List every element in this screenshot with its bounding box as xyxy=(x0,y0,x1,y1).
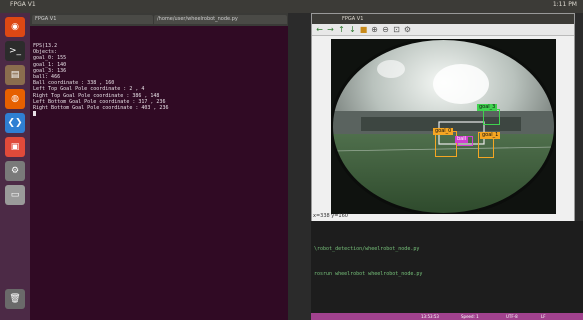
camera-feed: goal_3 goal_0 ball goal_1 xyxy=(331,39,556,214)
detection-label-ball: ball xyxy=(455,136,469,143)
launcher-files-icon[interactable]: ▤ xyxy=(5,65,25,85)
system-top-bar: FPGA V1 1:11 PM xyxy=(0,0,583,13)
viewer-status: x=338 y=160 xyxy=(313,213,348,219)
lower-terminal-panel[interactable]: \robot_detection/wheelrobot_node.py rosr… xyxy=(311,221,583,313)
zoom-fit-icon[interactable]: ⊡ xyxy=(392,25,401,34)
status-speed: Speed: 1 xyxy=(461,314,479,319)
terminal-tab-bar: FPGA V1 /home/user/wheelrobot_node.py xyxy=(30,13,288,26)
save-icon[interactable]: ■ xyxy=(359,25,368,34)
back-arrow-icon[interactable]: ← xyxy=(315,25,324,34)
active-window-title: FPGA V1 xyxy=(10,1,36,8)
launcher-ubuntu-logo-icon[interactable]: ◉ xyxy=(5,17,25,37)
detection-box-goal-3 xyxy=(483,109,500,125)
lower-terminal-line-2: rosrun wheelrobot wheelrobot_node.py xyxy=(314,271,423,277)
launcher-document-viewer-icon[interactable]: ▣ xyxy=(5,137,25,157)
launcher-firefox-icon[interactable]: ◍ xyxy=(5,89,25,109)
up-arrow-icon[interactable]: ↑ xyxy=(337,25,346,34)
status-line-ending[interactable]: LF xyxy=(541,313,546,320)
zoom-out-icon[interactable]: ⊖ xyxy=(381,25,390,34)
terminal-tab-1[interactable]: FPGA V1 xyxy=(32,15,153,24)
detection-label-goal-3: goal_3 xyxy=(477,104,498,111)
launcher-vscode-icon[interactable]: ❮❯ xyxy=(5,113,25,133)
status-encoding[interactable]: UTF-8 xyxy=(506,313,518,320)
lower-terminal-line-1: \robot_detection/wheelrobot_node.py xyxy=(314,246,420,252)
terminal-tab-2[interactable]: /home/user/wheelrobot_node.py xyxy=(154,15,287,24)
terminal-window[interactable]: FPGA V1 /home/user/wheelrobot_node.py FP… xyxy=(30,13,288,320)
status-time: 13:53:53 xyxy=(421,314,439,319)
terminal-line: Right Top Goal Pole coordinate : 386 , 1… xyxy=(33,92,160,99)
terminal-cursor xyxy=(33,111,36,117)
detection-label-goal-1: goal_1 xyxy=(480,132,501,139)
settings-icon[interactable]: ⚙ xyxy=(403,25,412,34)
viewer-toolbar: ← → ↑ ↓ ■ ⊕ ⊖ ⊡ ⚙ xyxy=(312,24,574,36)
detection-label-goal-0: goal_0 xyxy=(433,128,454,135)
editor-status-bar: 13:53:53 Speed: 1 UTF-8 LF xyxy=(311,313,583,320)
launcher-settings-icon[interactable]: ⚙ xyxy=(5,161,25,181)
system-tray[interactable]: 1:11 PM xyxy=(553,1,577,8)
launcher-terminal-icon[interactable]: >_ xyxy=(5,41,25,61)
launcher-sidebar: ◉ >_ ▤ ◍ ❮❯ ▣ ⚙ ▭ 🗑 xyxy=(0,13,31,320)
terminal-output: FPS(13.2 Objects: goal_0: 155 goal_1: 140 go… xyxy=(33,43,168,118)
launcher-trash-icon[interactable]: 🗑 xyxy=(5,289,25,309)
camera-viewer-window[interactable]: FPGA V1 ← → ↑ ↓ ■ ⊕ ⊖ ⊡ ⚙ goal_3 goal_0 … xyxy=(311,13,575,222)
camera-scene xyxy=(331,39,556,214)
launcher-usb-drive-icon[interactable]: ▭ xyxy=(5,185,25,205)
forward-arrow-icon[interactable]: → xyxy=(326,25,335,34)
down-arrow-icon[interactable]: ↓ xyxy=(348,25,357,34)
terminal-line: Right Bottom Goal Pole coordinate : 403 … xyxy=(33,105,169,112)
zoom-in-icon[interactable]: ⊕ xyxy=(370,25,379,34)
viewer-titlebar: FPGA V1 xyxy=(312,14,574,24)
